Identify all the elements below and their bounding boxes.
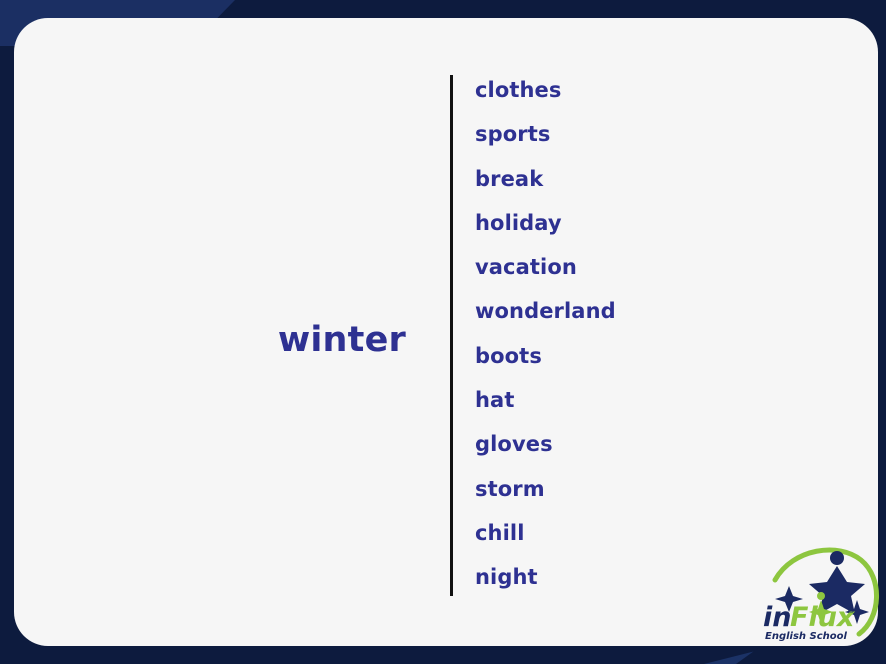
- influx-logo: in Flux ® English School: [759, 542, 886, 642]
- list-item: break: [475, 166, 544, 191]
- list-item: storm: [475, 476, 545, 501]
- list-item: hat: [475, 388, 515, 413]
- list-item: boots: [475, 343, 542, 368]
- slide-canvas: winter clothes sports break holiday vaca…: [0, 0, 886, 664]
- vertical-divider: [450, 75, 453, 596]
- list-item: wonderland: [475, 299, 616, 324]
- list-item: clothes: [475, 78, 562, 102]
- logo-name-in: in: [763, 602, 791, 633]
- content-card: winter clothes sports break holiday vaca…: [14, 18, 879, 646]
- logo-tagline: English School: [765, 631, 848, 642]
- logo-trademark: ®: [847, 606, 855, 615]
- association-word-list: clothes sports break holiday vacation wo…: [475, 74, 835, 606]
- prompt-word: winter: [277, 320, 406, 360]
- list-item: vacation: [475, 255, 577, 280]
- list-item: holiday: [475, 210, 562, 235]
- list-item: gloves: [475, 432, 553, 457]
- list-item: sports: [475, 122, 551, 147]
